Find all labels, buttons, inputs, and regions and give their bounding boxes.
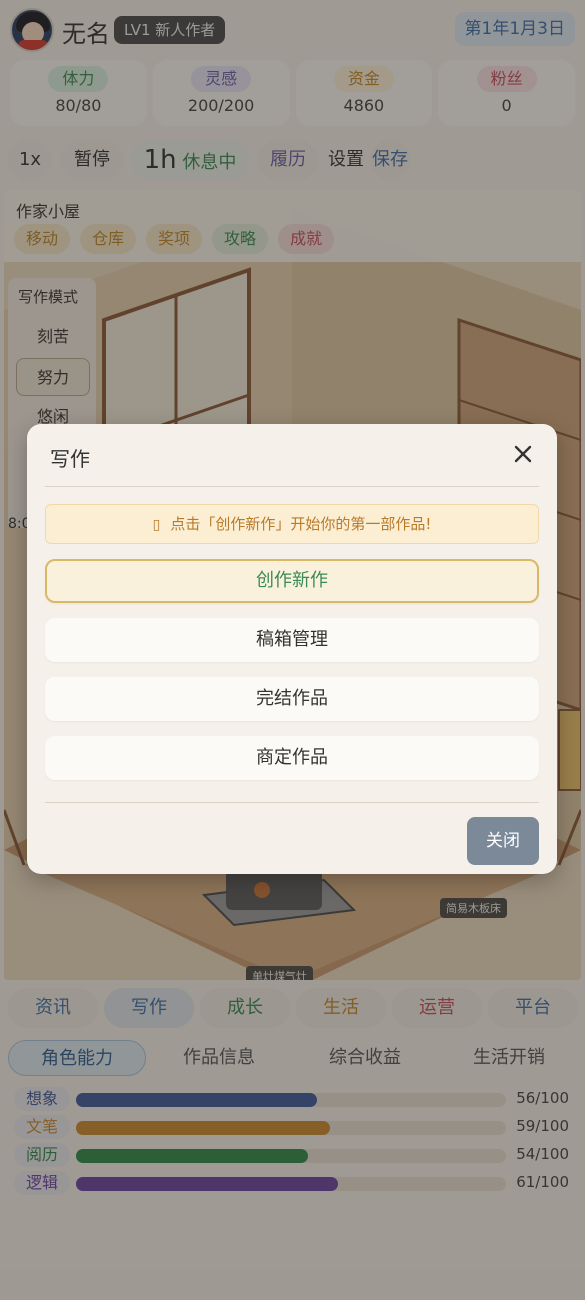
contracted-works-button[interactable]: 商定作品 bbox=[45, 736, 539, 780]
drafts-manage-button[interactable]: 稿箱管理 bbox=[45, 618, 539, 662]
close-icon[interactable] bbox=[509, 440, 537, 468]
close-button[interactable]: 关闭 bbox=[467, 817, 539, 865]
dialog-title: 写作 bbox=[50, 447, 90, 471]
create-new-work-button[interactable]: 创作新作 bbox=[45, 559, 539, 603]
writing-dialog: 写作 ▯ 点击「创作新作」开始你的第一部作品! 创作新作 稿箱管理 完结作品 商定… bbox=[27, 424, 557, 874]
hint-text: 点击「创作新作」开始你的第一部作品! bbox=[170, 515, 432, 533]
divider bbox=[45, 802, 539, 803]
lightbulb-icon: ▯ bbox=[152, 517, 161, 533]
divider bbox=[45, 486, 539, 487]
completed-works-button[interactable]: 完结作品 bbox=[45, 677, 539, 721]
hint-banner: ▯ 点击「创作新作」开始你的第一部作品! bbox=[45, 504, 539, 544]
